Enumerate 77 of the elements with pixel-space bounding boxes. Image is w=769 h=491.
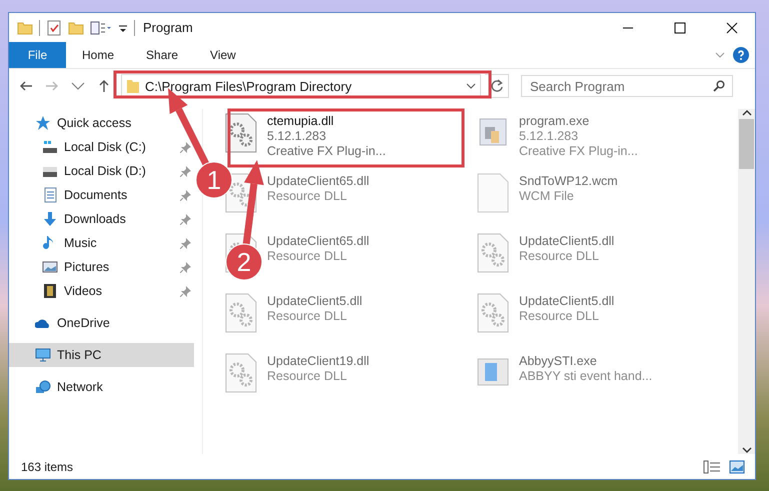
sidebar-item[interactable]: Network xyxy=(9,375,194,399)
file-detail: Resource DLL xyxy=(519,249,600,263)
scrollbar[interactable] xyxy=(738,109,755,454)
up-arrow-icon xyxy=(97,79,111,93)
gear-file-icon xyxy=(225,353,257,393)
left-arrow-icon xyxy=(19,79,33,93)
minimize-icon xyxy=(622,26,634,28)
gear-file-icon xyxy=(477,293,509,333)
close-icon xyxy=(726,22,738,34)
scroll-down-icon[interactable] xyxy=(742,446,752,454)
checklist-icon[interactable] xyxy=(46,20,62,36)
file-detail: ABBYY sti event hand... xyxy=(519,369,652,383)
file-name[interactable]: SndToWP12.wcm xyxy=(519,174,618,188)
down-arrow-icon xyxy=(42,211,58,227)
blank-file-icon xyxy=(477,173,509,213)
window-title: Program xyxy=(143,20,193,35)
gear-file-icon xyxy=(477,233,509,273)
monitor-icon xyxy=(35,347,51,363)
maximize-icon xyxy=(674,22,686,34)
film-icon xyxy=(42,283,58,299)
file-detail: Resource DLL xyxy=(267,189,348,203)
step-number: 1 xyxy=(206,165,222,195)
search-icon[interactable] xyxy=(713,80,725,92)
file-detail: Resource DLL xyxy=(267,369,348,383)
scrollbar-thumb[interactable] xyxy=(739,119,754,169)
file-detail: Resource DLL xyxy=(267,249,348,263)
file-detail: Creative FX Plug-in... xyxy=(267,144,386,158)
star-icon xyxy=(35,115,51,131)
sidebar-item[interactable]: Videos xyxy=(9,279,194,303)
pictures-icon xyxy=(42,259,58,275)
step-badge xyxy=(226,244,262,280)
file-detail: 5.12.1.283 xyxy=(267,129,328,143)
file-name[interactable]: AbbyySTI.exe xyxy=(519,354,652,368)
sidebar-item[interactable]: Local Disk (D:) xyxy=(9,159,194,183)
file-name[interactable]: ctemupia.dll xyxy=(267,114,386,128)
chevron-down-icon[interactable] xyxy=(466,82,476,90)
details-view-icon[interactable] xyxy=(703,460,721,474)
properties-icon[interactable] xyxy=(90,20,112,36)
ribbon-tab[interactable]: Home xyxy=(66,42,130,68)
step-number: 2 xyxy=(236,247,252,277)
ribbon-tab[interactable]: View xyxy=(194,42,252,68)
sidebar-item[interactable]: This PC xyxy=(9,343,194,367)
document-icon xyxy=(42,187,58,203)
file-detail: WCM File xyxy=(519,189,575,203)
file-detail: 5.12.1.283 xyxy=(519,129,580,143)
sidebar-item[interactable]: OneDrive xyxy=(9,311,194,335)
sidebar-item[interactable]: Quick access xyxy=(9,111,194,135)
sidebar-item[interactable]: Documents xyxy=(9,183,194,207)
file-detail: Resource DLL xyxy=(267,309,348,323)
large-icons-view-icon[interactable] xyxy=(729,460,745,474)
ribbon-tab[interactable]: Share xyxy=(130,42,194,68)
gear-file-icon xyxy=(225,113,257,153)
refresh-icon xyxy=(490,79,504,93)
scroll-up-icon[interactable] xyxy=(742,109,752,117)
gear-file-icon xyxy=(225,293,257,333)
file-name[interactable]: program.exe xyxy=(519,114,638,128)
file-name[interactable]: UpdateClient19.dll xyxy=(267,354,370,368)
item-count: 163 items xyxy=(21,460,74,474)
help-icon[interactable] xyxy=(733,47,749,63)
sidebar-item[interactable]: Local Disk (C:) xyxy=(9,135,194,159)
file-name[interactable]: UpdateClient5.dll xyxy=(267,294,362,308)
ribbon-tab[interactable]: File xyxy=(9,42,66,68)
right-arrow-icon xyxy=(45,79,59,93)
sidebar-item[interactable]: Music xyxy=(9,231,194,255)
file-name[interactable]: UpdateClient65.dll xyxy=(267,174,370,188)
file-name[interactable]: UpdateClient5.dll xyxy=(519,294,614,308)
file-detail: Creative FX Plug-in... xyxy=(519,144,638,158)
step-badge xyxy=(196,162,232,198)
search-field[interactable]: Search Program xyxy=(521,75,733,97)
file-name[interactable]: UpdateClient5.dll xyxy=(519,234,614,248)
file-detail: Resource DLL xyxy=(519,309,600,323)
drive-icon xyxy=(42,139,58,155)
network-icon xyxy=(35,379,51,395)
folder-icon xyxy=(126,78,140,94)
sidebar-item[interactable]: Downloads xyxy=(9,207,194,231)
sidebar-item[interactable]: Pictures xyxy=(9,255,194,279)
file-name[interactable]: UpdateClient65.dll xyxy=(267,234,370,248)
